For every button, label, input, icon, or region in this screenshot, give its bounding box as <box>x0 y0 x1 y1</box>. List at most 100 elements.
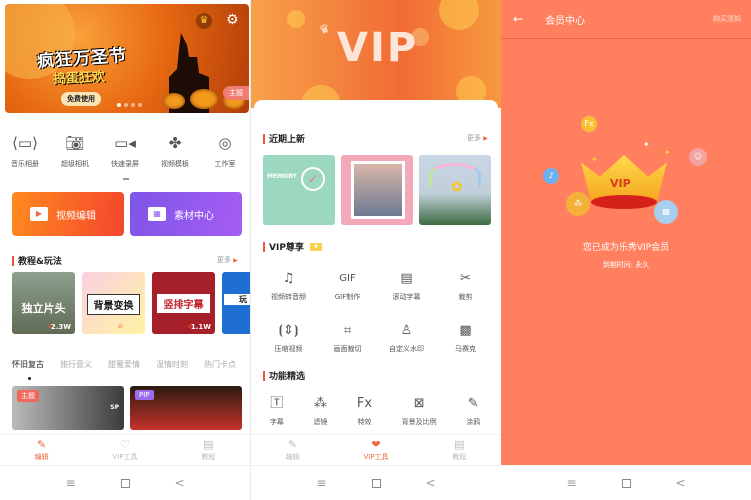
material-center-button[interactable]: ▦ 素材中心 <box>130 192 242 236</box>
tool-video-template[interactable]: ✤ 视频模板 <box>152 133 198 169</box>
back-button[interactable]: < <box>675 476 687 490</box>
tool-video-to-audio[interactable]: ♫ 视频转音频 <box>259 270 318 302</box>
tool-watermark[interactable]: ♙ 自定义水印 <box>377 322 436 354</box>
feature-filter[interactable]: ⁂ 滤镜 <box>313 395 327 427</box>
recent-card[interactable] <box>341 155 413 225</box>
category-tab[interactable]: 热门卡点 <box>204 359 236 370</box>
vip-icon: ♡ <box>120 438 130 451</box>
member-background <box>501 0 751 465</box>
feature-background-ratio[interactable]: ⊠ 背景及比例 <box>402 395 437 427</box>
category-tabs: 怀旧复古 旅行意义 甜蜜爱情 温情时刻 热门卡点 <box>12 359 236 370</box>
home-button[interactable] <box>371 478 381 488</box>
menu-button[interactable]: ≡ <box>566 476 578 490</box>
vip-tools-grid: ♫ 视频转音频 GIF GIF制作 ▤ 滚动字幕 ✂ 裁剪 <box>259 270 495 302</box>
category-tab[interactable]: 温情时刻 <box>156 359 188 370</box>
aspect-ratio-icon: ⊠ <box>413 396 425 411</box>
vip-banner: ♛ VIP <box>251 0 501 108</box>
studio-icon: ◎ <box>218 134 232 152</box>
tool-studio[interactable]: ◎ 工作室 <box>202 133 248 169</box>
more-link[interactable]: 更多 ▶ <box>467 133 488 143</box>
vip-tools-grid: ⦗⇕⦘ 压缩视频 ⌗ 画面裁切 ♙ 自定义水印 ▩ 马赛克 <box>259 322 495 354</box>
theme-videos: 主题 SP PIP <box>12 386 242 430</box>
tab-edit[interactable]: ✎ 编辑 <box>263 438 323 462</box>
sparkle-icon: ✦ <box>643 140 650 149</box>
category-tab[interactable]: 甜蜜爱情 <box>108 359 140 370</box>
vip-tools-screen: ♛ VIP 近期上新 更多 ▶ MEMORY ✓ ✿ VIP尊享 ★ ♫ 视频转音频 … <box>251 0 501 500</box>
tab-vip-tools[interactable]: ♡ VIP工具 <box>95 438 155 462</box>
tool-scroll-subtitle[interactable]: ▤ 滚动字幕 <box>377 270 436 302</box>
more-link[interactable]: 更多 ▶ <box>217 255 238 265</box>
sticker-coin-icon: ☺ <box>689 148 707 166</box>
back-button[interactable]: < <box>174 476 186 490</box>
tutorial-card[interactable]: 独立片头 🔥︎ 2.3W <box>12 272 75 334</box>
header-bar: ← 会员中心 购买须知 <box>501 0 751 39</box>
halloween-banner[interactable]: 疯狂万圣节 捣蛋狂欢 免费使用 ♛ ⚙ 主题 <box>5 4 249 113</box>
section-header-features: 功能精选 <box>263 369 305 382</box>
crown-icon[interactable]: ♛ <box>196 13 212 29</box>
template-icon: ✤ <box>168 134 182 152</box>
active-category-indicator <box>28 377 31 380</box>
tool-gif[interactable]: GIF GIF制作 <box>318 270 377 302</box>
back-arrow-icon[interactable]: ← <box>513 12 523 26</box>
back-button[interactable]: < <box>425 476 437 490</box>
mosaic-icon: ▩ <box>459 323 472 338</box>
page-title: 会员中心 <box>545 15 586 27</box>
tool-compress[interactable]: ⦗⇕⦘ 压缩视频 <box>259 322 318 354</box>
feature-doodle[interactable]: ✎ 涂鸦 <box>466 395 480 427</box>
tab-edit[interactable]: ✎ 编辑 <box>12 438 72 462</box>
compress-icon: ⦗⇕⦘ <box>278 323 299 338</box>
crop-icon: ⌗ <box>343 323 352 338</box>
section-header-vip-exclusive: VIP尊享 ★ <box>263 240 322 253</box>
purchase-notice-link[interactable]: 购买须知 <box>713 14 741 24</box>
scissors-icon: ✂ <box>460 271 471 286</box>
free-use-button[interactable]: 免费使用 <box>61 92 101 106</box>
tab-tutorial[interactable]: ▤ 教程 <box>429 438 489 462</box>
tutorial-card[interactable]: 玩 <box>222 272 250 334</box>
tool-music-album[interactable]: ⟨▭⟩ 音乐相册 <box>2 133 48 169</box>
system-nav-bar: ≡ < <box>251 465 501 500</box>
home-button[interactable] <box>120 478 130 488</box>
video-card[interactable]: 主题 SP <box>12 386 124 430</box>
tutorial-icon: ▤ <box>203 438 214 451</box>
recent-card[interactable]: MEMORY ✓ <box>263 155 335 225</box>
category-tab[interactable]: 旅行意义 <box>60 359 92 370</box>
video-edit-button[interactable]: ▶ 视频编辑 <box>12 192 124 236</box>
home-button[interactable] <box>621 478 631 488</box>
feature-effects[interactable]: Fx 特效 <box>357 395 372 427</box>
tutorial-card[interactable]: 竖排字幕 🔥︎ 1.1W <box>152 272 215 334</box>
menu-button[interactable]: ≡ <box>316 476 328 490</box>
vip-icon: ❤ <box>371 438 381 451</box>
tool-crop[interactable]: ⌗ 画面裁切 <box>318 322 377 354</box>
tool-trim[interactable]: ✂ 裁剪 <box>436 270 495 302</box>
section-header-recent: 近期上新 <box>263 132 305 145</box>
pumpkin-decoration <box>163 93 185 109</box>
theme-tag: 主题 <box>223 86 249 100</box>
video-card[interactable]: PIP <box>130 386 242 430</box>
fx-coin-icon: Fx <box>581 116 597 132</box>
category-tab[interactable]: 怀旧复古 <box>12 359 44 370</box>
music-note-icon: ♫ <box>282 271 295 286</box>
tool-mosaic[interactable]: ▩ 马赛克 <box>436 322 495 354</box>
fire-icon: 🔥︎ <box>118 322 124 330</box>
store-icon: ▦ <box>148 207 166 221</box>
gif-icon: GIF <box>339 273 356 284</box>
editor-home-screen: 疯狂万圣节 捣蛋狂欢 免费使用 ♛ ⚙ 主题 ⟨▭⟩ 音乐相册 📷︎ 超级相机 ▭◂… <box>0 0 250 500</box>
bottom-tab-bar: ✎ 编辑 ♡ VIP工具 ▤ 教程 <box>0 434 250 465</box>
tool-super-camera[interactable]: 📷︎ 超级相机 <box>52 133 98 169</box>
vip-status-message: 您已成为乐秀VIP会员 <box>582 243 670 253</box>
tool-screen-record[interactable]: ▭◂ 快速录屏 <box>102 133 148 169</box>
menu-button[interactable]: ≡ <box>65 476 77 490</box>
camera-icon: 📷︎ <box>65 134 85 152</box>
text-icon: 🅃 <box>270 396 284 411</box>
vip-banner-text: VIP <box>337 25 419 71</box>
tab-tutorial[interactable]: ▤ 教程 <box>178 438 238 462</box>
pumpkin-decoration <box>190 89 218 109</box>
gear-icon[interactable]: ⚙ <box>226 12 239 28</box>
music-coin-icon: ♪ <box>543 168 559 184</box>
member-center-screen: ← 会员中心 购买须知 Fx ☺ ♪ ⁂ ▩ ✦ ✦ ✦ VIP 您已成为乐秀V… <box>501 0 751 500</box>
recent-card[interactable]: ✿ <box>419 155 491 225</box>
feature-subtitle[interactable]: 🅃 字幕 <box>270 395 284 427</box>
tab-vip-tools[interactable]: ❤ VIP工具 <box>346 438 406 462</box>
system-nav-bar: ≡ < <box>0 465 250 500</box>
tutorial-card[interactable]: 背景变换 🔥︎ <box>82 272 145 334</box>
